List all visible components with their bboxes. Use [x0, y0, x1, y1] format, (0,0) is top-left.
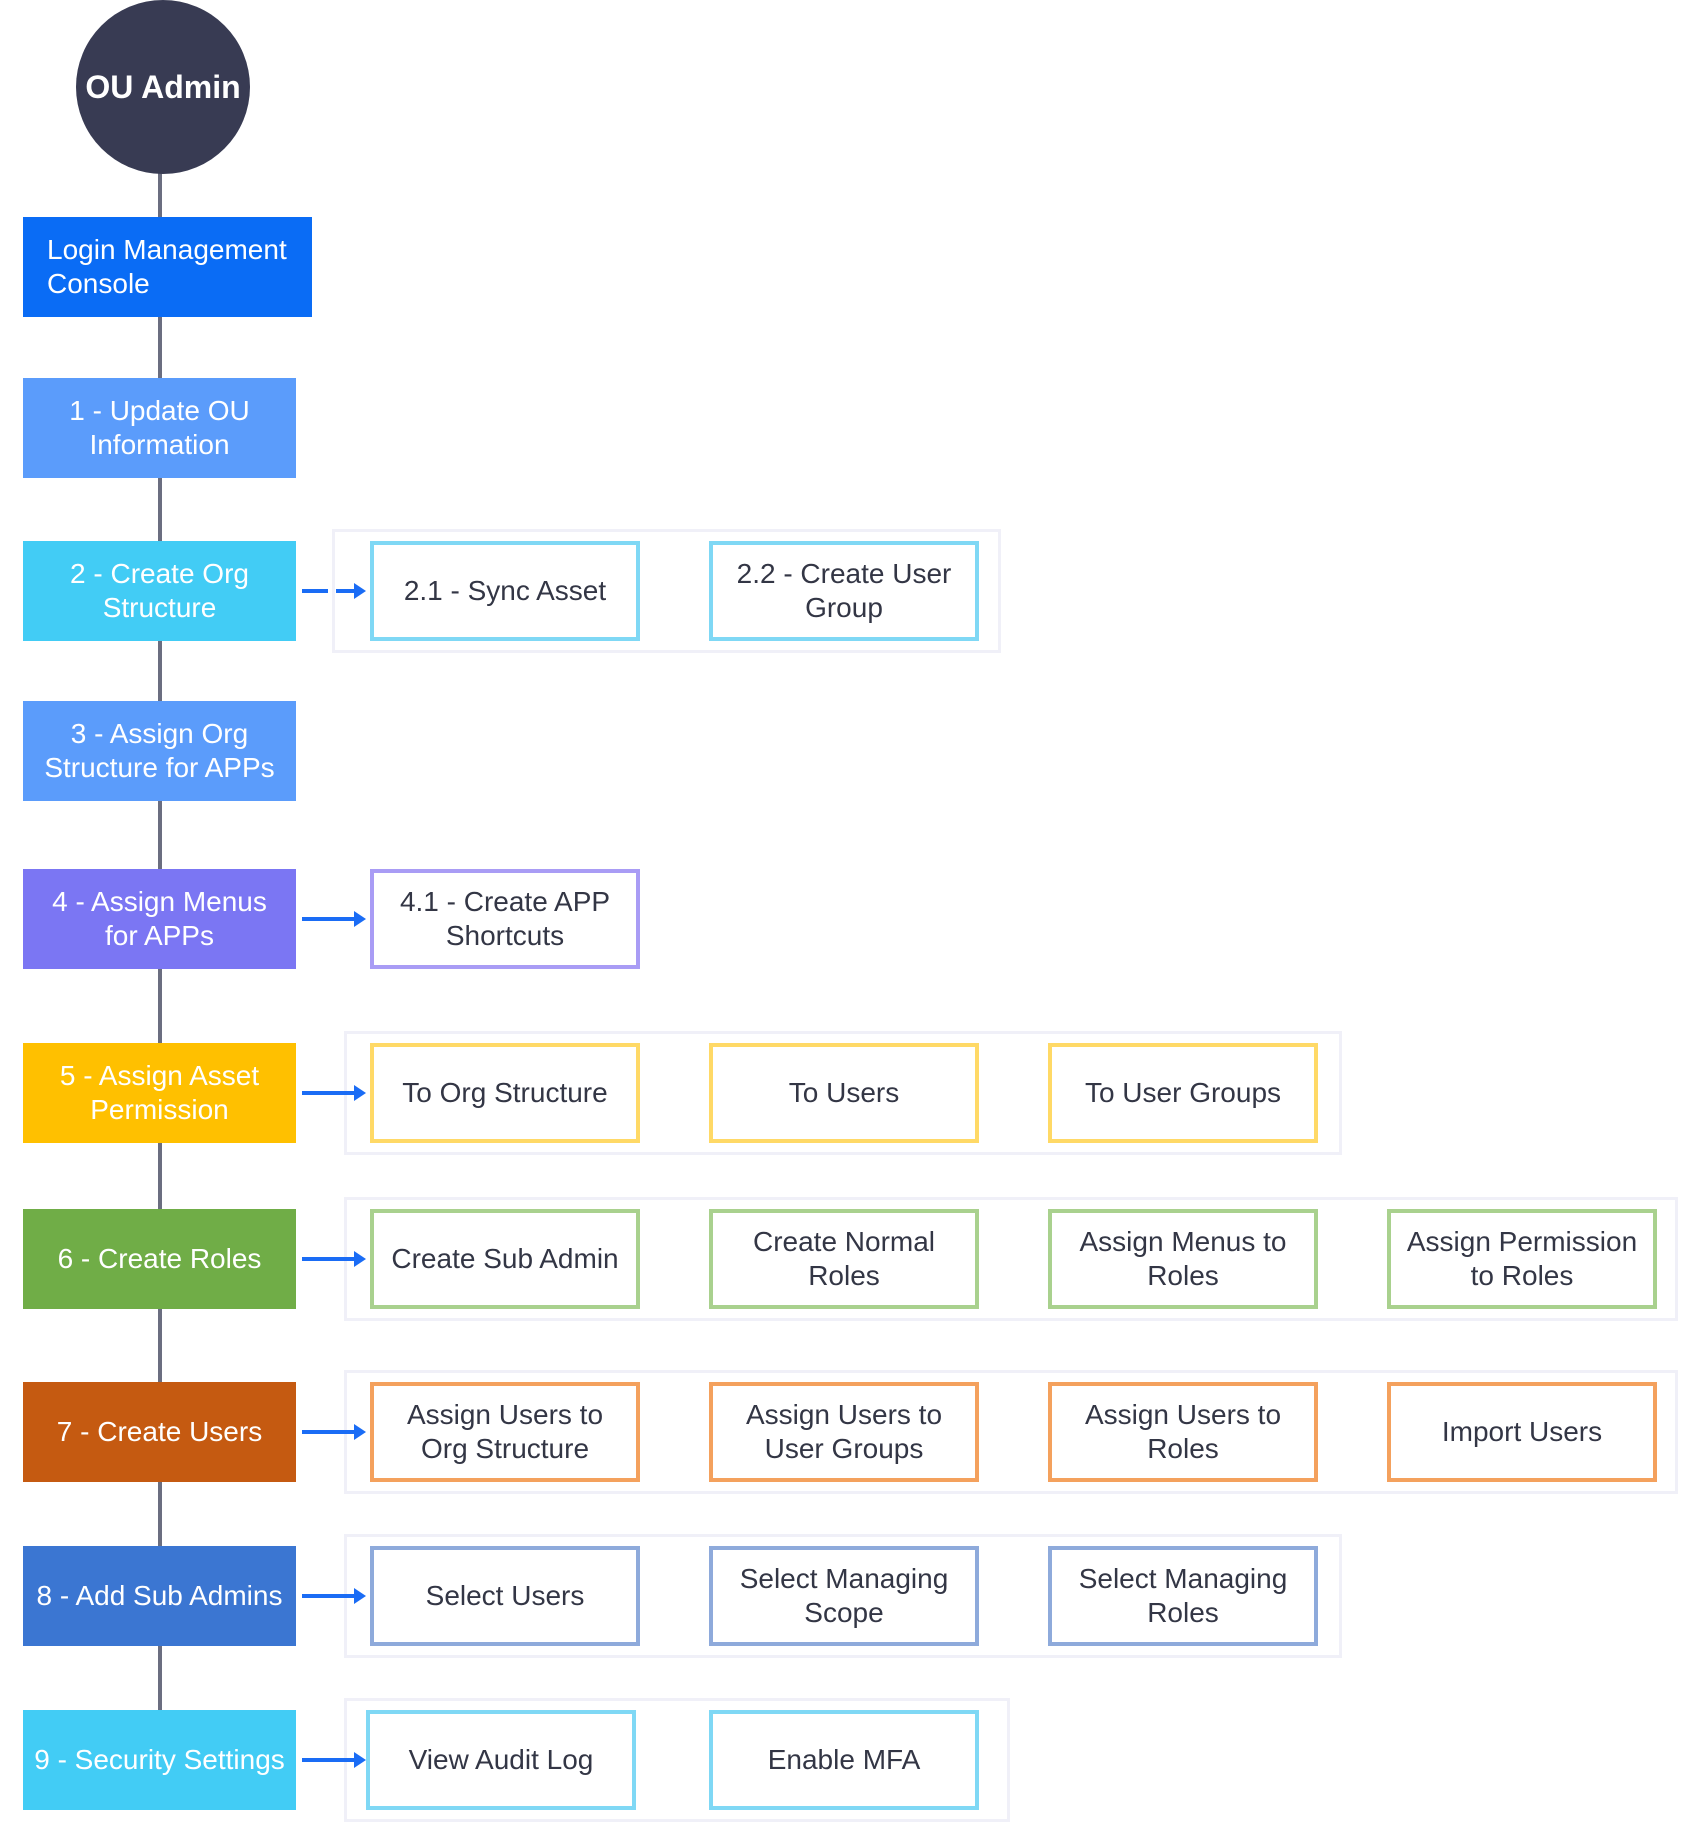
sub-step-node: To Org Structure — [370, 1043, 640, 1143]
sub-step-node: Assign Permission to Roles — [1387, 1209, 1657, 1309]
sub-step-node: 2.2 - Create User Group — [709, 541, 979, 641]
step-node: 8 - Add Sub Admins — [23, 1546, 296, 1646]
arrow-icon — [302, 1588, 366, 1604]
sub-step-node: 2.1 - Sync Asset — [370, 541, 640, 641]
step-node: 2 - Create Org Structure — [23, 541, 296, 641]
sub-step-node: Assign Users to Org Structure — [370, 1382, 640, 1482]
sub-step-node: View Audit Log — [366, 1710, 636, 1810]
sub-step-node: 4.1 - Create APP Shortcuts — [370, 869, 640, 969]
step-node: 7 - Create Users — [23, 1382, 296, 1482]
diagram-canvas: OU Admin Login Management Console 1 - Upd… — [0, 0, 1683, 1824]
sub-step-node: To Users — [709, 1043, 979, 1143]
sub-step-node: To User Groups — [1048, 1043, 1318, 1143]
sub-step-node: Select Managing Scope — [709, 1546, 979, 1646]
step-node: 6 - Create Roles — [23, 1209, 296, 1309]
sub-step-node: Assign Menus to Roles — [1048, 1209, 1318, 1309]
step-node: 3 - Assign Org Structure for APPs — [23, 701, 296, 801]
root-node: OU Admin — [76, 0, 250, 174]
step-node: 1 - Update OU Information — [23, 378, 296, 478]
arrow-icon — [302, 1424, 366, 1440]
arrow-icon — [302, 583, 366, 599]
sub-step-node: Select Users — [370, 1546, 640, 1646]
step-node: 4 - Assign Menus for APPs — [23, 869, 296, 969]
sub-step-node: Create Sub Admin — [370, 1209, 640, 1309]
sub-step-node: Assign Users to User Groups — [709, 1382, 979, 1482]
step-node: Login Management Console — [23, 217, 312, 317]
arrow-icon — [302, 911, 366, 927]
arrow-icon — [302, 1251, 366, 1267]
sub-step-node: Create Normal Roles — [709, 1209, 979, 1309]
step-node: 5 - Assign Asset Permission — [23, 1043, 296, 1143]
sub-step-node: Import Users — [1387, 1382, 1657, 1482]
arrow-icon — [302, 1752, 366, 1768]
arrow-icon — [302, 1085, 366, 1101]
sub-step-node: Enable MFA — [709, 1710, 979, 1810]
step-node: 9 - Security Settings — [23, 1710, 296, 1810]
sub-step-node: Assign Users to Roles — [1048, 1382, 1318, 1482]
sub-step-node: Select Managing Roles — [1048, 1546, 1318, 1646]
